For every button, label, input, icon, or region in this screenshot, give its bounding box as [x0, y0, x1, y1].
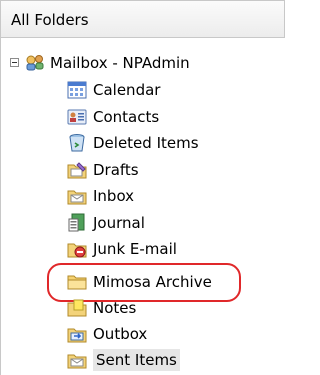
folder-item-deleted-items[interactable]: Deleted Items — [67, 131, 199, 155]
folder-label: Junk E-mail — [93, 240, 177, 258]
folder-label: Drafts — [93, 161, 139, 179]
inbox-icon — [67, 186, 87, 206]
mailbox-icon — [24, 53, 44, 73]
journal-icon — [67, 213, 87, 233]
sent-items-icon — [67, 350, 87, 370]
notes-icon — [67, 298, 87, 318]
folder-label: Deleted Items — [93, 134, 199, 152]
folder-item-junk-email[interactable]: Junk E-mail — [67, 237, 177, 261]
drafts-icon — [67, 160, 87, 180]
folder-item-calendar[interactable]: Calendar — [67, 78, 160, 102]
folder-label: Journal — [93, 214, 145, 232]
folder-item-journal[interactable]: Journal — [67, 211, 145, 235]
folder-label: Notes — [93, 299, 137, 317]
deleted-items-icon — [67, 133, 87, 153]
outbox-icon — [67, 324, 87, 344]
folder-label-selected: Sent Items — [93, 349, 180, 371]
calendar-icon — [67, 80, 87, 100]
folder-item-sent-items[interactable]: Sent Items — [67, 348, 180, 372]
folder-label: Calendar — [93, 81, 161, 99]
folder-item-outbox[interactable]: Outbox — [67, 322, 147, 346]
folder-tree: Mailbox - NPAdmin Calendar Contacts Dele… — [0, 0, 287, 375]
folder-label: Outbox — [93, 325, 148, 343]
tree-root-label: Mailbox - NPAdmin — [50, 54, 190, 72]
folder-item-drafts[interactable]: Drafts — [67, 158, 139, 182]
folder-item-contacts[interactable]: Contacts — [67, 105, 159, 129]
folder-item-inbox[interactable]: Inbox — [67, 184, 134, 208]
folder-label: Inbox — [93, 187, 135, 205]
junk-email-icon — [67, 239, 87, 259]
tree-root-mailbox[interactable]: Mailbox - NPAdmin — [24, 51, 190, 75]
contacts-icon — [67, 107, 87, 127]
folder-pane: All Folders Mailbox - NPAdmin Calendar C… — [0, 0, 287, 375]
collapse-toggle[interactable] — [10, 58, 19, 67]
folder-label: Contacts — [93, 108, 160, 126]
folder-item-notes[interactable]: Notes — [67, 296, 136, 320]
